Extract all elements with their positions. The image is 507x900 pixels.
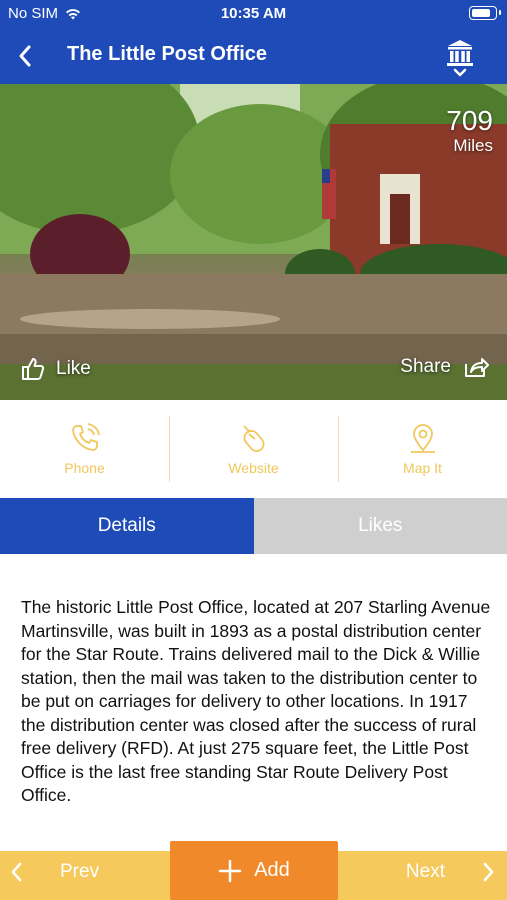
map-pin-icon — [410, 424, 435, 453]
chevron-left-icon — [11, 862, 22, 882]
distance-unit: Miles — [453, 136, 493, 155]
tab-likes[interactable]: Likes — [253, 498, 507, 554]
like-button[interactable]: Like — [20, 356, 91, 382]
share-label: Share — [400, 356, 451, 377]
tab-details[interactable]: Details — [0, 498, 254, 554]
next-label: Next — [405, 861, 445, 882]
mouse-icon — [242, 425, 264, 452]
website-action[interactable]: Website — [169, 400, 338, 498]
category-menu-button[interactable] — [443, 38, 477, 78]
prev-label: Prev — [60, 861, 100, 882]
like-label: Like — [56, 358, 91, 379]
phone-icon — [71, 423, 100, 451]
battery-icon — [469, 6, 501, 20]
phone-label: Phone — [64, 460, 105, 476]
website-label: Website — [228, 460, 279, 476]
photo-illustration — [0, 84, 507, 400]
museum-icon — [447, 40, 473, 77]
nav-bar: The Little Post Office — [0, 28, 507, 84]
plus-icon — [218, 859, 242, 882]
distance-badge: 709 Miles — [446, 106, 493, 156]
chevron-right-icon — [483, 862, 494, 882]
phone-action[interactable]: Phone — [0, 400, 169, 498]
distance-value: 709 — [446, 105, 493, 136]
back-button[interactable] — [10, 38, 40, 74]
map-action[interactable]: Map It — [338, 400, 507, 498]
action-row: Phone Website Map It — [0, 400, 507, 498]
share-icon — [465, 358, 489, 377]
clock: 10:35 AM — [220, 5, 287, 22]
chevron-down-icon — [453, 68, 467, 77]
thumbs-up-icon — [22, 358, 45, 380]
description-text: The historic Little Post Office, located… — [21, 597, 491, 805]
share-button[interactable]: Share — [400, 356, 489, 378]
chevron-left-icon — [19, 45, 31, 67]
next-button[interactable]: Next — [406, 861, 495, 883]
map-label: Map It — [403, 460, 442, 476]
prev-button[interactable]: Prev — [10, 861, 99, 883]
tab-bar: Details Likes — [0, 498, 507, 554]
add-button[interactable]: Add — [170, 841, 338, 900]
status-bar: No SIM 10:35 AM — [0, 0, 507, 28]
location-photo: 709 Miles Like Share — [0, 84, 507, 400]
add-label: Add — [254, 859, 290, 881]
page-title: The Little Post Office — [67, 43, 268, 65]
